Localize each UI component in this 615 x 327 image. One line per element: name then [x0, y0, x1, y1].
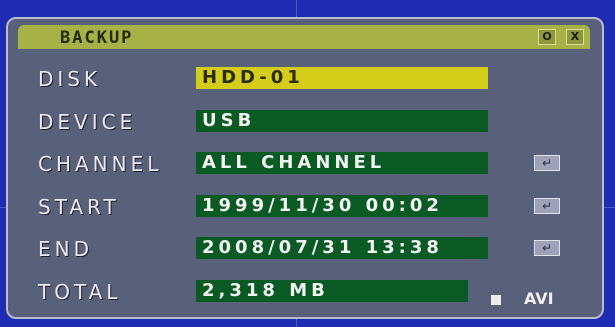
channel-label: CHANNEL [38, 152, 163, 176]
end-enter-button[interactable]: ↵ [534, 240, 560, 256]
avi-checkbox[interactable] [491, 295, 501, 305]
backup-dialog: BACKUP O X DISK HDD-01 DEVICE USB CHANNE… [6, 17, 604, 319]
dialog-title: BACKUP [60, 28, 134, 48]
start-time-field[interactable]: 1999/11/30 00:02 [196, 195, 488, 217]
start-label: START [38, 195, 120, 219]
total-label: TOTAL [38, 280, 122, 304]
disk-label: DISK [38, 67, 102, 91]
enter-icon: ↵ [541, 199, 553, 213]
channel-field[interactable]: ALL CHANNEL [196, 152, 488, 174]
channel-enter-button[interactable]: ↵ [534, 155, 560, 171]
disk-field[interactable]: HDD-01 [196, 67, 488, 89]
enter-icon: ↵ [541, 156, 553, 170]
close-button[interactable]: X [566, 29, 584, 45]
end-time-field[interactable]: 2008/07/31 13:38 [196, 237, 488, 259]
avi-label: AVI [524, 289, 554, 308]
end-label: END [38, 237, 93, 261]
device-field[interactable]: USB [196, 110, 488, 132]
start-enter-button[interactable]: ↵ [534, 198, 560, 214]
enter-icon: ↵ [541, 241, 553, 255]
title-bar: BACKUP O X [18, 25, 590, 49]
total-size-field: 2,318 MB [196, 280, 468, 302]
device-label: DEVICE [38, 110, 137, 134]
ok-button[interactable]: O [538, 29, 556, 45]
